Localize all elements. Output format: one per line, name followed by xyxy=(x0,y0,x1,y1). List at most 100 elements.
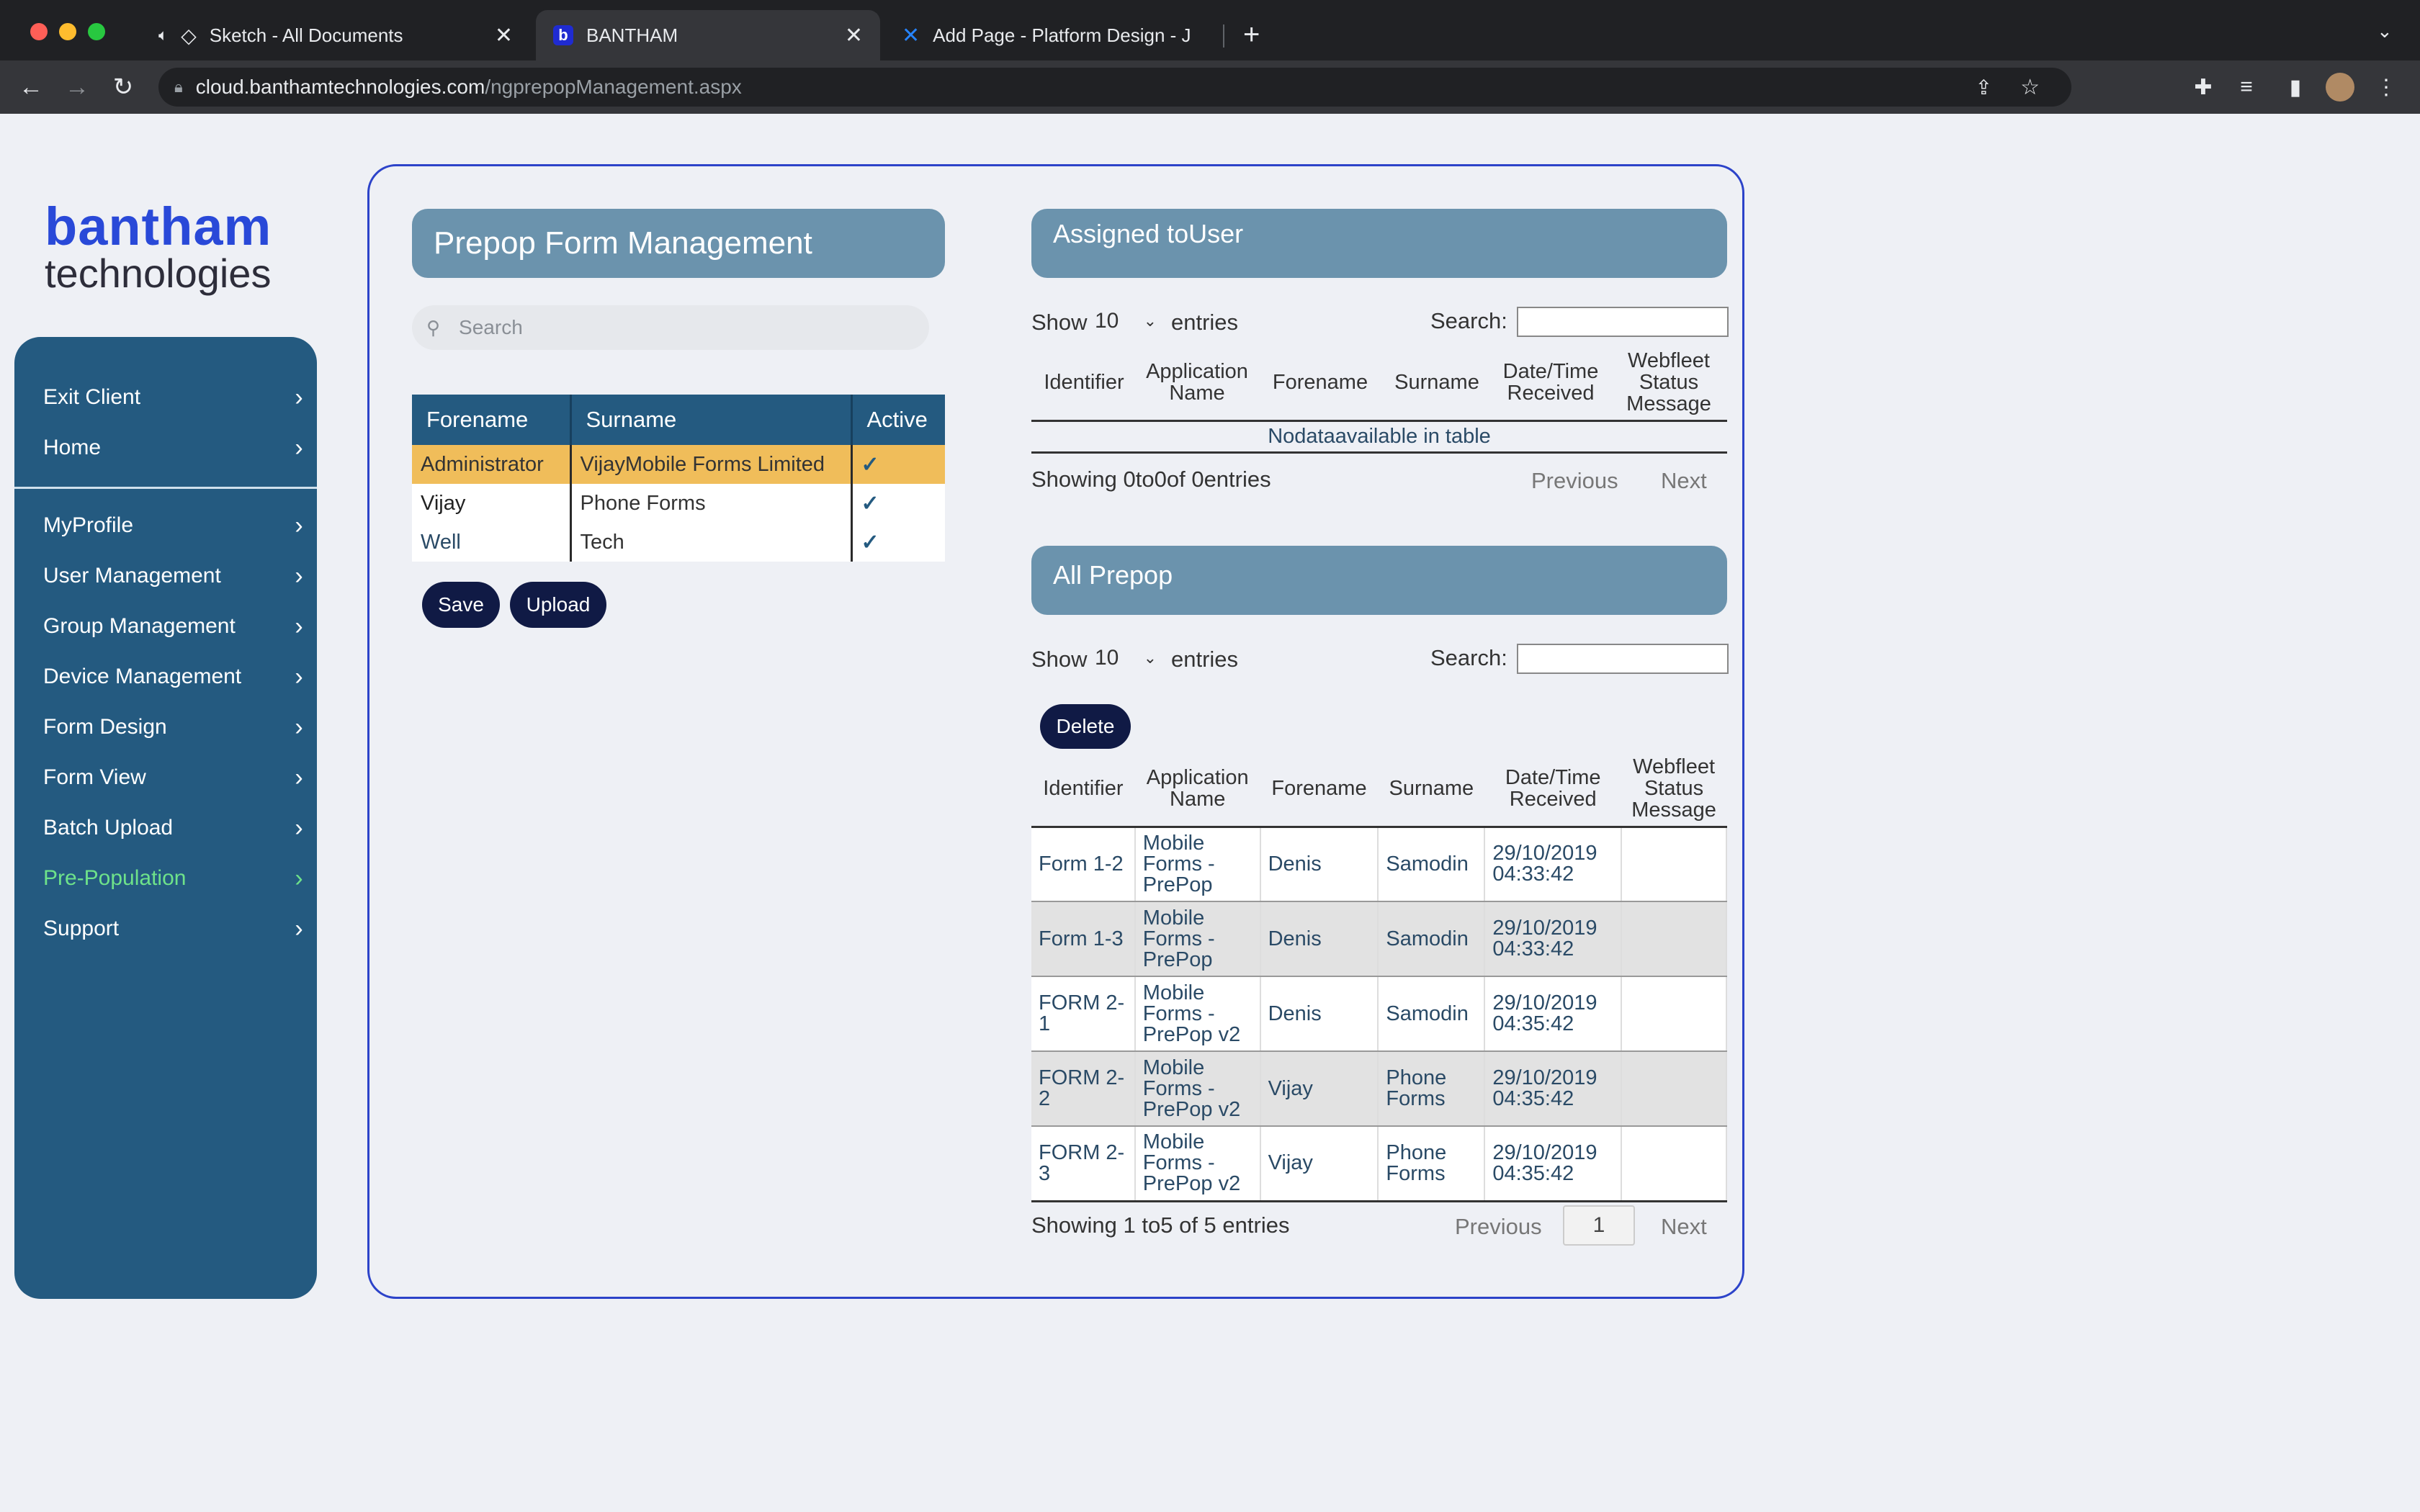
assigned-previous-button[interactable]: Previous xyxy=(1531,468,1618,494)
bantham-logo[interactable]: bantham technologies xyxy=(45,200,290,295)
sidebar-item-device-management[interactable]: Device Management › xyxy=(43,657,310,697)
upload-button[interactable]: Upload xyxy=(510,582,606,628)
sidebar-item-label: Exit Client xyxy=(43,385,141,409)
cell-forename: Denis xyxy=(1260,827,1379,902)
tab-add-page[interactable]: ✕ Add Page - Platform Design - J xyxy=(884,10,1223,60)
sidebar-item-pre-population[interactable]: Pre-Population › xyxy=(43,858,310,899)
sidebar: Exit Client › Home › MyProfile › User Manag… xyxy=(14,337,317,1299)
tab-sketch[interactable]: 🔈︎ ◇ Sketch - All Documents ✕ xyxy=(141,10,530,60)
window-minimize-button[interactable] xyxy=(59,23,76,40)
tab-bantham[interactable]: b BANTHAM ✕ xyxy=(536,10,880,60)
column-header-received[interactable]: Date/Time Received xyxy=(1484,752,1622,828)
cell-application-name: Mobile Forms - PrePop v2 xyxy=(1134,1126,1261,1202)
chevron-right-icon: › xyxy=(295,763,303,791)
table-row[interactable]: Vijay Phone Forms ✓ xyxy=(412,484,945,523)
cell-forename: Administrator xyxy=(412,445,572,484)
search-input[interactable]: ⚲ Search xyxy=(412,305,929,350)
column-header-forename[interactable]: Forename xyxy=(1260,752,1379,828)
all-prepop-next-button[interactable]: Next xyxy=(1661,1214,1707,1240)
cell-surname: Phone Forms xyxy=(1378,1126,1486,1202)
sidebar-item-group-management[interactable]: Group Management › xyxy=(43,606,310,647)
cell-forename: Denis xyxy=(1260,901,1379,977)
save-button[interactable]: Save xyxy=(422,582,500,628)
active-checkbox[interactable]: ✓ xyxy=(851,445,945,484)
profile-avatar[interactable] xyxy=(2323,71,2357,104)
reload-icon[interactable]: ↻ xyxy=(107,71,140,104)
media-icon[interactable]: ≡ xyxy=(2230,71,2263,104)
close-icon[interactable]: ✕ xyxy=(495,23,513,48)
cell-identifier: FORM 2-2 xyxy=(1031,1051,1136,1127)
table-row[interactable]: Form 1-3 Mobile Forms - PrePop Denis Sam… xyxy=(1031,901,1727,977)
column-header-identifier[interactable]: Identifier xyxy=(1031,346,1137,422)
all-prepop-previous-button[interactable]: Previous xyxy=(1455,1214,1542,1240)
window-close-button[interactable] xyxy=(30,23,48,40)
table-row[interactable]: FORM 2-2 Mobile Forms - PrePop v2 Vijay … xyxy=(1031,1051,1727,1127)
column-header-application-name[interactable]: Application Name xyxy=(1137,346,1258,422)
sidebar-item-user-management[interactable]: User Management › xyxy=(43,556,310,596)
star-icon[interactable]: ☆ xyxy=(2020,75,2040,100)
back-icon[interactable]: ← xyxy=(14,71,48,104)
column-header-surname[interactable]: Surname xyxy=(570,395,853,445)
active-checkbox[interactable]: ✓ xyxy=(851,484,945,523)
address-bar[interactable]: 🔒︎ cloud.banthamtechnologies.com/ngprepo… xyxy=(158,68,2071,107)
column-header-forename[interactable]: Forename xyxy=(412,395,572,445)
sidepanel-icon[interactable]: ▮ xyxy=(2279,71,2312,104)
entries-label: entries xyxy=(1171,310,1239,335)
column-header-surname[interactable]: Surname xyxy=(1383,346,1491,422)
close-icon[interactable]: ✕ xyxy=(845,23,863,48)
sidebar-item-form-design[interactable]: Form Design › xyxy=(43,707,310,747)
sidebar-item-exit-client[interactable]: Exit Client › xyxy=(43,377,310,418)
share-icon[interactable]: ⇪ xyxy=(1976,76,1992,99)
column-header-identifier[interactable]: Identifier xyxy=(1031,752,1135,828)
window-zoom-button[interactable] xyxy=(88,23,105,40)
forward-icon[interactable]: → xyxy=(60,71,94,104)
sidebar-item-support[interactable]: Support › xyxy=(43,909,310,949)
sidebar-item-home[interactable]: Home › xyxy=(43,428,310,468)
page-size-value: 10 xyxy=(1095,646,1119,670)
page-size-select[interactable]: 10 ⌄ xyxy=(1089,642,1161,674)
sidebar-item-my-profile[interactable]: MyProfile › xyxy=(43,505,310,546)
delete-button[interactable]: Delete xyxy=(1040,704,1131,749)
browser-toolbar: ← → ↻ 🔒︎ cloud.banthamtechnologies.com/n… xyxy=(0,60,2420,114)
column-header-forename[interactable]: Forename xyxy=(1258,346,1383,422)
sidebar-item-form-view[interactable]: Form View › xyxy=(43,757,310,798)
all-prepop-search-input[interactable] xyxy=(1517,644,1729,674)
column-header-surname[interactable]: Surname xyxy=(1378,752,1485,828)
extensions-icon[interactable]: ✚ xyxy=(2187,71,2220,104)
tab-search-icon[interactable]: ⌄ xyxy=(2377,20,2393,42)
table-row[interactable]: FORM 2-3 Mobile Forms - PrePop v2 Vijay … xyxy=(1031,1126,1727,1202)
prepop-panel-header: Prepop Form Management xyxy=(412,209,945,278)
assigned-next-button[interactable]: Next xyxy=(1661,468,1707,494)
table-row[interactable]: Well Tech ✓ xyxy=(412,523,945,562)
sidebar-item-label: MyProfile xyxy=(43,513,134,537)
page-size-select[interactable]: 10 ⌄ xyxy=(1089,305,1161,337)
cell-identifier: Form 1-3 xyxy=(1031,901,1136,977)
speaker-icon[interactable]: 🔈︎ xyxy=(158,26,168,45)
chevron-right-icon: › xyxy=(295,511,303,539)
all-prepop-panel-header: All Prepop xyxy=(1031,546,1727,615)
active-checkbox[interactable]: ✓ xyxy=(851,523,945,562)
lock-icon[interactable]: 🔒︎ xyxy=(174,78,183,96)
search-label: Search: xyxy=(1430,645,1507,670)
column-header-application-name[interactable]: Application Name xyxy=(1134,752,1260,828)
table-row[interactable]: FORM 2-1 Mobile Forms - PrePop v2 Denis … xyxy=(1031,976,1727,1052)
table-row[interactable]: Administrator VijayMobile Forms Limited … xyxy=(412,445,945,484)
table-header-row: Identifier Application Name Forename Sur… xyxy=(1031,752,1726,828)
assigned-search-input[interactable] xyxy=(1517,307,1729,337)
new-tab-icon[interactable]: + xyxy=(1243,19,1260,51)
tab-title: BANTHAM xyxy=(586,24,678,46)
table-row[interactable]: Form 1-2 Mobile Forms - PrePop Denis Sam… xyxy=(1031,827,1727,902)
column-header-active[interactable]: Active xyxy=(851,395,945,445)
sidebar-item-batch-upload[interactable]: Batch Upload › xyxy=(43,808,310,848)
page-number-button[interactable]: 1 xyxy=(1563,1205,1635,1246)
column-header-received[interactable]: Date/Time Received xyxy=(1491,346,1610,422)
column-header-status[interactable]: Webfleet Status Message xyxy=(1610,346,1727,422)
show-label: Show xyxy=(1031,647,1088,672)
menu-icon[interactable]: ⋮ xyxy=(2370,71,2403,104)
sketch-icon: ◇ xyxy=(181,24,197,47)
empty-message: Nodataavailable in table xyxy=(1031,420,1727,454)
chevron-right-icon: › xyxy=(295,864,303,892)
cell-received: 29/10/2019 04:35:42 xyxy=(1484,976,1623,1052)
column-header-status[interactable]: Webfleet Status Message xyxy=(1621,752,1726,828)
sidebar-item-label: Device Management xyxy=(43,665,242,688)
